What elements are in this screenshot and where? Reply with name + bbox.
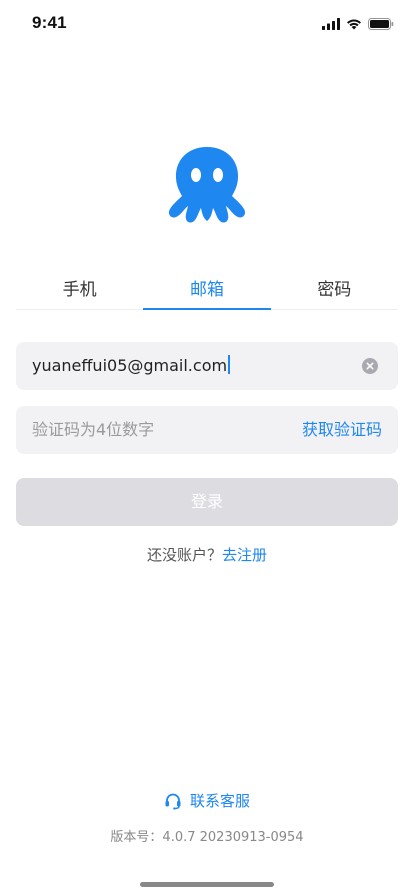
status-icons	[322, 15, 394, 34]
tab-phone[interactable]: 手机	[16, 270, 143, 309]
register-link[interactable]: 去注册	[222, 546, 267, 564]
wifi-icon	[346, 15, 362, 34]
get-code-button[interactable]: 获取验证码	[302, 406, 382, 454]
contact-support-button[interactable]: 联系客服	[0, 790, 414, 811]
headset-icon	[164, 792, 182, 810]
login-button[interactable]: 登录	[16, 478, 398, 526]
tab-email[interactable]: 邮箱	[143, 270, 271, 310]
octopus-logo	[166, 143, 248, 225]
email-field[interactable]: yuaneffui05@gmail.com	[16, 342, 398, 390]
verification-code-input[interactable]: 验证码为4位数字	[32, 406, 154, 454]
status-time: 9:41	[32, 13, 67, 32]
version-text: 版本号：4.0.7 20230913-0954	[110, 830, 304, 845]
email-value: yuaneffui05@gmail.com	[32, 356, 228, 375]
text-caret	[228, 355, 230, 374]
support-label: 联系客服	[189, 792, 250, 810]
cellular-signal-icon	[322, 15, 340, 34]
login-method-tabs: 手机 邮箱 密码	[16, 270, 398, 310]
register-prompt: 还没账户？	[146, 546, 222, 564]
battery-icon	[368, 15, 394, 34]
register-row: 还没账户？去注册	[0, 544, 414, 565]
home-indicator[interactable]	[140, 882, 274, 887]
verification-code-field[interactable]: 验证码为4位数字 获取验证码	[16, 406, 398, 454]
status-bar: 9:41	[0, 0, 414, 44]
clear-icon[interactable]	[362, 358, 378, 374]
email-input[interactable]: yuaneffui05@gmail.com	[32, 342, 230, 390]
tab-password[interactable]: 密码	[271, 270, 398, 309]
